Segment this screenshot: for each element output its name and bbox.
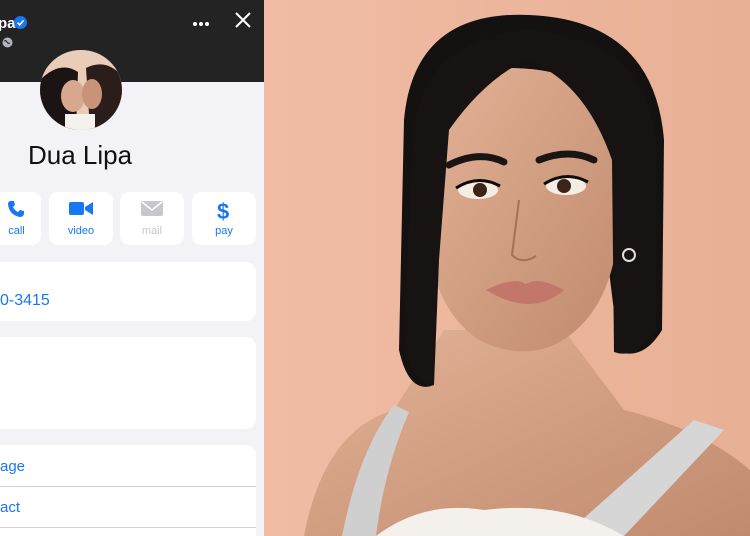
phone-icon — [8, 201, 24, 217]
mail-label: mail — [141, 225, 163, 237]
pay-label: pay — [215, 225, 233, 237]
dollar-icon: $ — [217, 199, 229, 224]
mail-icon — [141, 201, 163, 216]
divider — [0, 527, 256, 528]
contact-name: Dua Lipa — [27, 140, 133, 170]
close-icon[interactable] — [233, 10, 253, 30]
more-horizontal-icon — [193, 22, 209, 26]
avatar — [40, 50, 122, 130]
video-label: video — [67, 225, 95, 237]
more-options-button[interactable] — [192, 14, 210, 32]
contact-panel: pa Dua Lipa call video mail $ pay 0-3415… — [0, 0, 264, 536]
portrait-photo — [264, 0, 750, 536]
options-card: age act — [0, 445, 256, 536]
call-button[interactable]: call — [0, 192, 41, 245]
phone-number[interactable]: 0-3415 — [0, 292, 50, 310]
details-card — [0, 337, 256, 429]
divider — [0, 486, 256, 487]
option-item-contact[interactable]: act — [0, 499, 20, 516]
contact-header: pa — [0, 0, 264, 82]
phone-card[interactable]: 0-3415 — [0, 262, 256, 321]
verified-badge-icon — [14, 16, 27, 29]
pay-button[interactable]: $ pay — [192, 192, 256, 245]
mail-button[interactable]: mail — [120, 192, 184, 245]
video-button[interactable]: video — [49, 192, 113, 245]
video-camera-icon — [69, 202, 93, 215]
svg-text:$: $ — [217, 200, 229, 222]
globe-icon — [2, 37, 13, 48]
option-item-message[interactable]: age — [0, 458, 25, 475]
call-label: call — [8, 225, 25, 237]
